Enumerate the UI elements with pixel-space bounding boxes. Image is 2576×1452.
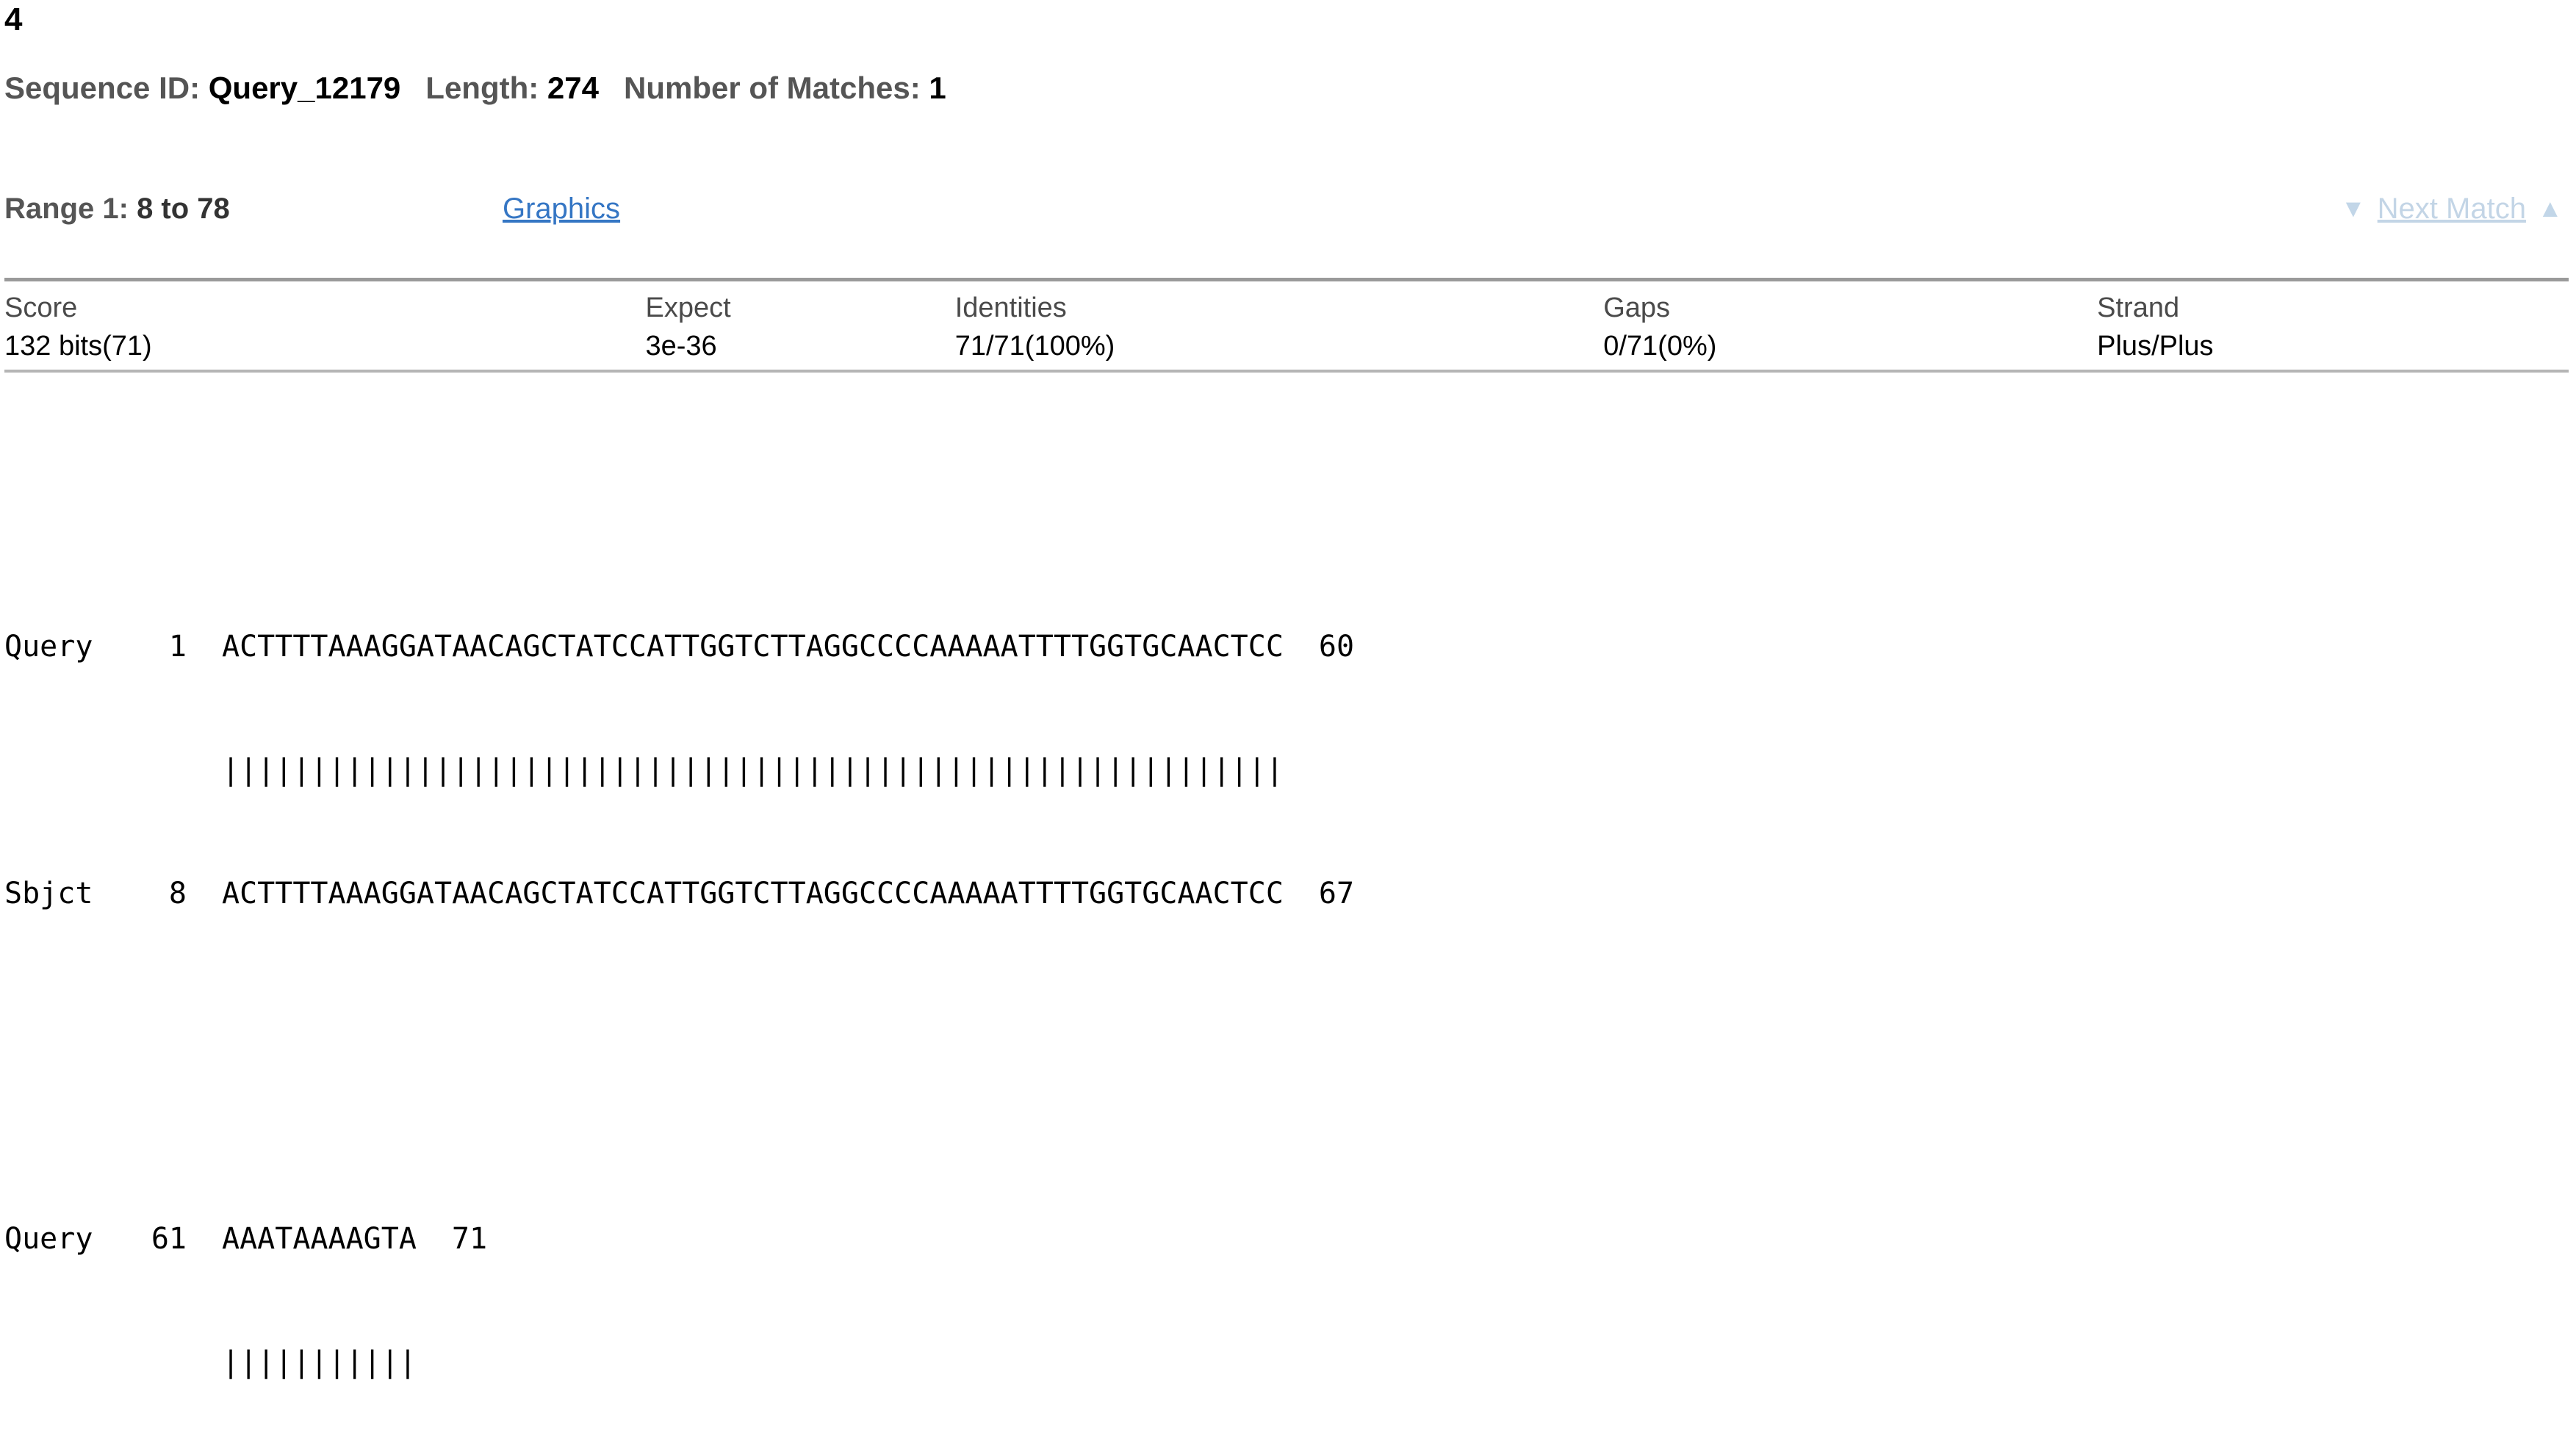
range-label-text: Range 1: — [4, 193, 129, 225]
length-value: 274 — [547, 71, 599, 105]
sequence-id-label: Sequence ID: — [4, 71, 201, 105]
stats-value-gaps: 0/71(0%) — [1603, 331, 1717, 362]
midline-bars: ||||||||||| — [222, 1345, 417, 1379]
alignment-midline: ||||||||||| — [4, 1342, 1354, 1383]
alignment-subject-line: Sbjct 8 ACTTTTAAAGGATAACAGCTATCCATTGGTCTTA… — [4, 873, 1354, 914]
stats-bottom-rule — [4, 370, 2569, 374]
stats-header-strand: Strand — [2097, 292, 2180, 323]
stats-value-identities: 71/71(100%) — [954, 331, 1115, 362]
sequence-id-value: Query_12179 — [208, 71, 401, 105]
subject-end-coord: 67 — [1318, 877, 1355, 910]
query-label: Query — [4, 630, 93, 664]
length-label: Length: — [425, 71, 539, 105]
next-match-down-arrow-icon[interactable]: ▼ — [2341, 190, 2366, 228]
range-label: Range 1: 8 to 78 — [4, 190, 230, 228]
alignment-query-line: Query 61 AAATAAAAGTA 71 — [4, 1218, 1354, 1259]
matches-value: 1 — [929, 71, 946, 105]
query-start-coord: 61 — [151, 1222, 187, 1256]
sequence-definition-line: Sequence ID: Query_12179 Length: 274 Numbe… — [4, 71, 946, 106]
stats-header-score: Score — [4, 292, 78, 323]
graphics-link[interactable]: Graphics — [503, 190, 620, 228]
stats-header-row: Score Expect Identities Gaps Strand — [4, 281, 2569, 327]
subject-label: Sbjct — [4, 877, 93, 910]
matches-label: Number of Matches: — [624, 71, 921, 105]
previous-match-up-arrow-icon[interactable]: ▲ — [2538, 190, 2563, 228]
alignment-body: Query 1 ACTTTTAAAGGATAACAGCTATCCATTGGTCTTA… — [4, 420, 1354, 1452]
query-end-coord: 71 — [451, 1222, 488, 1256]
stats-header-expect: Expect — [645, 292, 731, 323]
stats-header-gaps: Gaps — [1603, 292, 1671, 323]
query-end-coord: 60 — [1318, 630, 1355, 664]
stats-value-row: 132 bits(71) 3e-36 71/71(100%) 0/71(0%) … — [4, 327, 2569, 371]
range-row: Range 1: 8 to 78 Graphics ▼ Next Match ▲… — [0, 190, 2576, 235]
alignment-block: Query61AAATAAAAGTA71 ||||||||||| Sbjct68… — [4, 1136, 1354, 1452]
query-sequence: AAATAAAAGTA — [222, 1222, 417, 1256]
match-navigation: ▼ Next Match ▲ | — [2341, 190, 2576, 228]
query-label: Query — [4, 1222, 93, 1256]
query-sequence: ACTTTTAAAGGATAACAGCTATCCATTGGTCTTAGGCCCC… — [222, 630, 1284, 664]
query-start-coord: 1 — [168, 630, 187, 664]
range-value: 8 to 78 — [137, 193, 230, 225]
subject-start-coord: 8 — [168, 877, 187, 910]
midline-bars: ||||||||||||||||||||||||||||||||||||||||… — [222, 753, 1284, 787]
alignment-midline: ||||||||||||||||||||||||||||||||||||||||… — [4, 750, 1354, 791]
blast-alignment-report: 4 Sequence ID: Query_12179 Length: 274 Num… — [0, 0, 2576, 1379]
stats-value-expect: 3e-36 — [645, 331, 717, 362]
stats-header-identities: Identities — [954, 292, 1067, 323]
stats-value-score: 132 bits(71) — [4, 331, 152, 362]
alignment-block: Query 1 ACTTTTAAAGGATAACAGCTATCCATTGGTCTTA… — [4, 544, 1354, 996]
subject-sequence: ACTTTTAAAGGATAACAGCTATCCATTGGTCTTAGGCCCC… — [222, 877, 1284, 910]
next-match-link[interactable]: Next Match — [2378, 190, 2526, 228]
stats-value-strand: Plus/Plus — [2097, 331, 2214, 362]
alignment-statistics-table: Score Expect Identities Gaps Strand 132 … — [4, 278, 2569, 374]
alignment-query-line: Query 1 ACTTTTAAAGGATAACAGCTATCCATTGGTCTTA… — [4, 626, 1354, 667]
hit-number: 4 — [4, 1, 23, 37]
